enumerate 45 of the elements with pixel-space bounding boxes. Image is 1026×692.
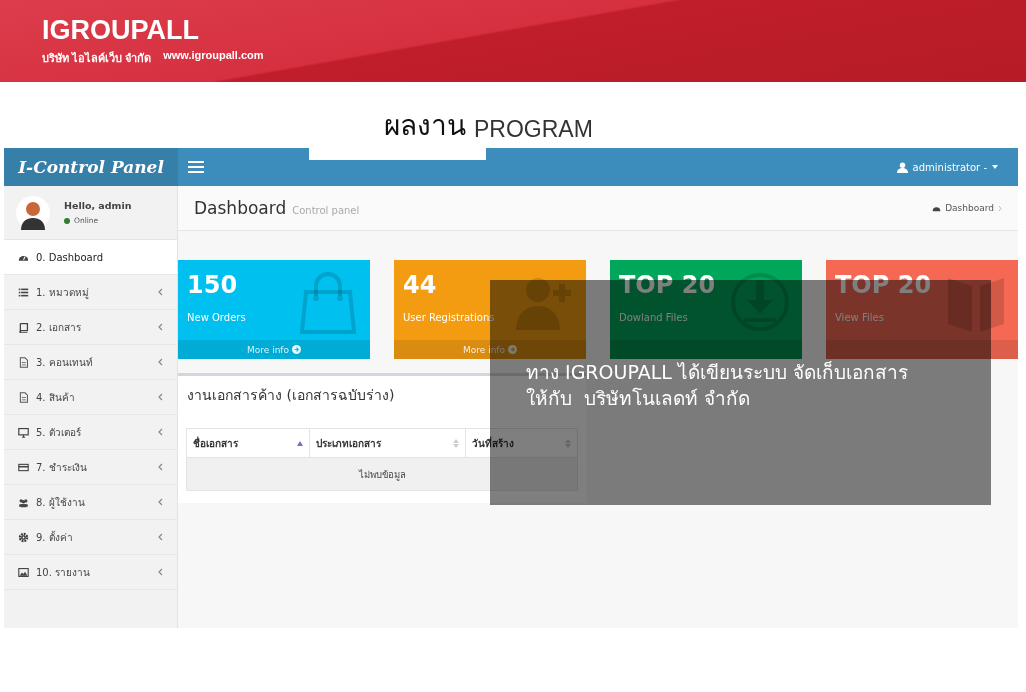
settings-icon [18,531,29,543]
users-icon [18,496,29,508]
stat-value: 44 [403,270,437,300]
picture-icon [18,566,29,578]
caption-text: ทาง IGROUPALL ได้เขียนระบบ จัดเก็บเอกสาร [526,360,908,385]
greeting-text: Hello, admin [64,200,132,211]
avatar-icon [16,195,50,230]
app-logo: I-Control Panel [4,148,178,186]
sidebar-menu-item[interactable]: 0. Dashboard [4,240,177,275]
file-icon [18,391,29,403]
caret-down-icon [992,165,998,169]
panel-title: งานเอกสารค้าง (เอกสารฉบับร่าง) [186,386,395,405]
menu-icon[interactable] [188,161,204,173]
user-icon [896,161,908,173]
company-name: บริษัท ไอไลค์เว็บ จำกัด [42,50,152,66]
arrow-circle-right-icon [508,345,518,354]
stat-value: TOP 20 [619,270,716,300]
stat-label: View Files [835,312,884,323]
section-subtitle: PROGRAM [474,115,593,144]
website-address: www.igroupall.com [163,49,264,63]
stat-label: User Registrations [403,312,495,323]
stat-label: New Orders [187,312,246,323]
empty-table-message: ไม่พบข้อมูล [186,457,578,491]
user-menu[interactable]: administrator - [896,161,998,173]
stat-value: 150 [187,270,238,300]
arrow-circle-right-icon [292,345,302,354]
caption-text: ให้กับ บริษัทโนเลดท์ จำกัด [526,386,751,411]
book-icon [18,321,29,333]
page-title: Dashboard [194,198,287,218]
stat-label: Dowland Files [619,312,688,323]
chevron-right-icon [998,204,1002,212]
status-dot-icon [64,217,70,224]
dashboard-icon [932,204,942,212]
breadcrumb-link[interactable]: Dashboard [945,203,994,213]
column-header[interactable]: ประเภทเอกสาร [309,428,466,458]
sort-ascending-icon[interactable] [297,440,304,446]
monitor-icon [18,426,29,438]
section-title: ผลงาน [384,108,466,144]
page-subtitle: Control panel [292,205,360,216]
credit-card-icon [18,461,29,473]
file-icon [18,356,29,368]
column-header[interactable]: ชื่อเอกสาร [186,428,310,458]
list-icon [18,286,29,298]
stat-value: TOP 20 [835,270,932,300]
brand-name: IGROUPALL [42,16,199,44]
